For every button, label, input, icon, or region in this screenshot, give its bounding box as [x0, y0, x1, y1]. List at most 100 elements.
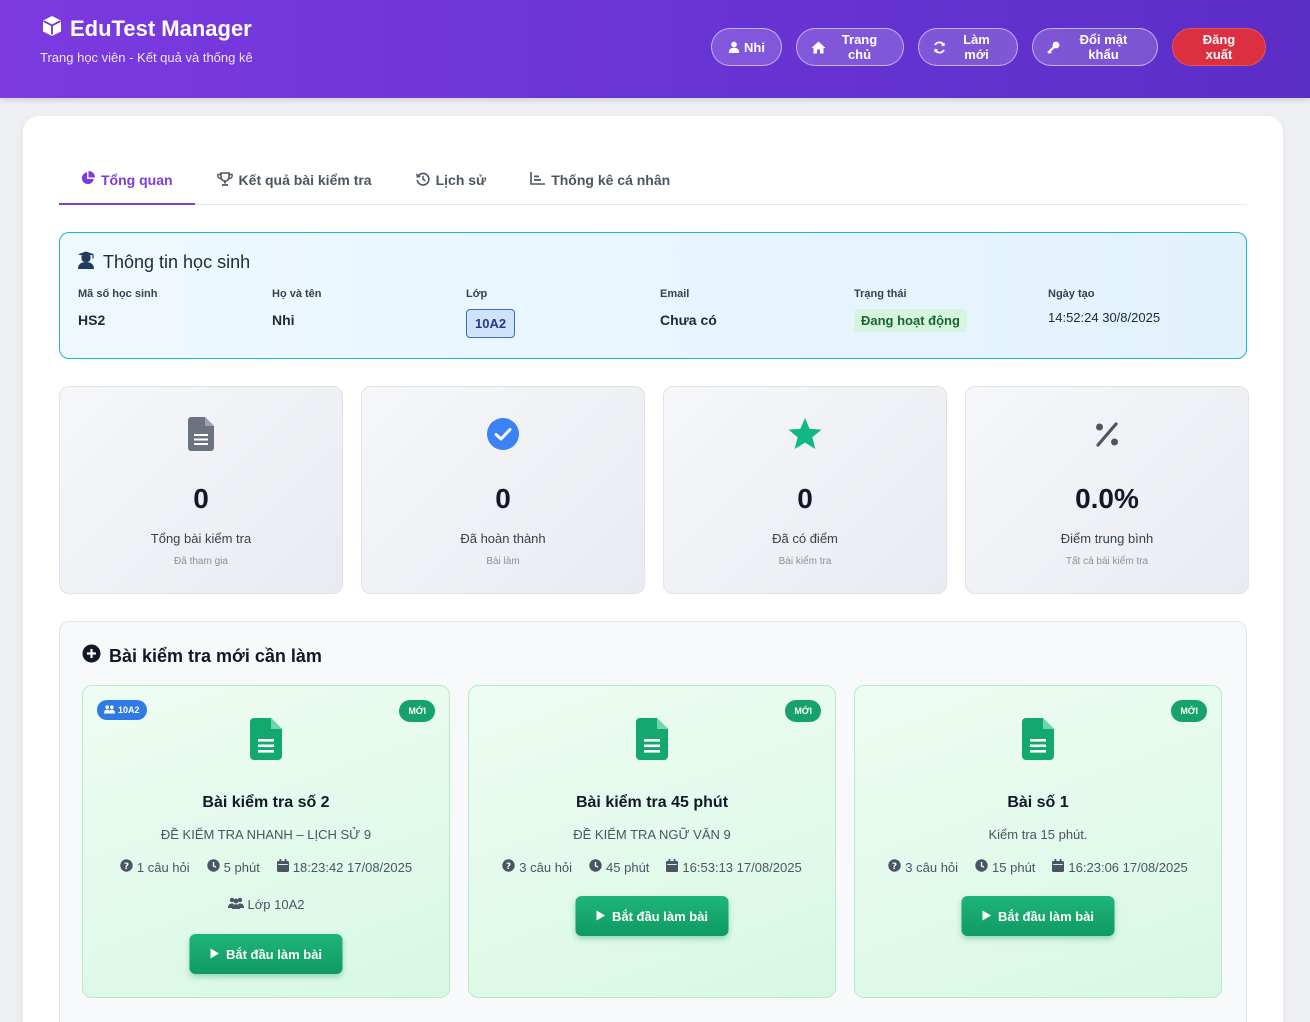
- stat-label: Đã có điểm: [772, 531, 838, 546]
- document-icon: [60, 417, 342, 451]
- user-button[interactable]: Nhi: [711, 28, 782, 66]
- test-title: Bài kiểm tra số 2: [202, 794, 330, 811]
- tab-personal-stats[interactable]: Thống kê cá nhân: [508, 156, 692, 204]
- stat-value: 0.0%: [1075, 483, 1139, 514]
- class-pill: 10A2: [97, 700, 147, 720]
- created-date-label: Ngày tạo: [1048, 288, 1095, 300]
- stat-card-total-tests: 0 Tổng bài kiểm tra Đã tham gia: [59, 386, 343, 594]
- svg-text:?: ?: [892, 862, 897, 872]
- field-email: Email Chưa có: [660, 288, 854, 338]
- field-class: Lớp 10A2: [466, 288, 660, 338]
- tab-overview-label: Tổng quan: [101, 171, 173, 188]
- email-label: Email: [660, 288, 690, 300]
- test-card: 10A2 MỚI Bài kiểm tra số 2 ĐỀ KIỂM TRA N…: [82, 685, 450, 998]
- change-password-button[interactable]: Đổi mật khẩu: [1032, 28, 1158, 66]
- clock-icon: [206, 859, 220, 875]
- test-description: ĐỀ KIỂM TRA NGỮ VĂN 9: [573, 827, 731, 842]
- file-icon: [855, 718, 1221, 760]
- tab-bar: Tổng quan Kết quả bài kiểm tra Lịch sử T…: [59, 156, 1247, 205]
- play-icon: [596, 909, 606, 924]
- calendar-icon: [276, 859, 289, 875]
- duration-label: 15 phút: [992, 859, 1036, 875]
- question-count: ? 1 câu hỏi: [120, 859, 190, 875]
- duration-label: 45 phút: [606, 859, 650, 875]
- test-meta: ? 1 câu hỏi 5 phút 18:23:42 17/08/2025: [83, 859, 449, 875]
- duration: 5 phút: [206, 859, 260, 875]
- test-title: Bài số 1: [1007, 794, 1069, 811]
- stat-label: Tổng bài kiểm tra: [150, 531, 252, 546]
- full-name-value: Nhi: [272, 312, 295, 328]
- trophy-icon: [216, 171, 233, 189]
- start-test-label: Bắt đầu làm bài: [611, 908, 709, 924]
- new-tests-section: Bài kiểm tra mới cần làm 10A2 MỚI Bài ki…: [59, 621, 1247, 1022]
- stats-row: 0 Tổng bài kiểm tra Đã tham gia 0 Đã hoà…: [59, 386, 1249, 594]
- users-icon: [104, 704, 115, 716]
- class-pill-label: 10A2: [118, 705, 140, 715]
- app-title-text: EduTest Manager: [70, 16, 252, 41]
- app-header: EduTest Manager Trang học viên - Kết quả…: [0, 0, 1310, 98]
- created-time-label: 16:23:06 17/08/2025: [1068, 859, 1188, 875]
- home-button-label: Trang chủ: [841, 32, 878, 62]
- tab-personal-stats-label: Thống kê cá nhân: [551, 172, 671, 188]
- graduate-icon: [77, 251, 95, 274]
- email-value: Chưa có: [660, 312, 717, 328]
- change-password-label: Đổi mật khẩu: [1079, 32, 1128, 62]
- test-title: Bài kiểm tra 45 phút: [575, 794, 729, 811]
- class-badge: 10A2: [466, 309, 516, 338]
- start-test-button[interactable]: Bắt đầu làm bài: [575, 896, 729, 936]
- duration-label: 5 phút: [223, 859, 260, 875]
- student-fields: Mã số học sinh HS2 Họ và tên Nhi Lớp 10A…: [78, 288, 1242, 338]
- history-icon: [415, 172, 430, 189]
- start-test-button[interactable]: Bắt đầu làm bài: [189, 934, 343, 974]
- duration: 15 phút: [975, 859, 1035, 875]
- student-info-title-text: Thông tin học sinh: [103, 252, 251, 272]
- field-student-id: Mã số học sinh HS2: [78, 288, 272, 338]
- created-time: 16:23:06 17/08/2025: [1052, 859, 1188, 875]
- question-count-label: 1 câu hỏi: [136, 859, 190, 875]
- test-meta: ? 3 câu hỏi 15 phút 16:23:06 17/08/2025: [855, 859, 1221, 875]
- refresh-button[interactable]: Làm mới: [918, 28, 1018, 66]
- svg-text:?: ?: [124, 862, 129, 872]
- test-card: MỚI Bài kiểm tra 45 phút ĐỀ KIỂM TRA NGỮ…: [468, 685, 836, 998]
- svg-text:?: ?: [506, 862, 511, 872]
- pie-chart-icon: [81, 171, 95, 188]
- main-panel: Tổng quan Kết quả bài kiểm tra Lịch sử T…: [23, 116, 1283, 1022]
- new-tests-title: Bài kiểm tra mới cần làm: [82, 644, 322, 668]
- refresh-button-label: Làm mới: [963, 32, 990, 62]
- calendar-icon: [666, 859, 679, 875]
- tab-test-results-label: Kết quả bài kiểm tra: [238, 172, 372, 188]
- user-icon: [728, 41, 740, 53]
- field-status: Trạng thái Đang hoạt động: [854, 288, 1048, 338]
- duration: 45 phút: [589, 859, 649, 875]
- tab-history[interactable]: Lịch sử: [394, 156, 509, 204]
- home-button[interactable]: Trang chủ: [796, 28, 904, 66]
- stat-card-average: 0.0% Điểm trung bình Tất cả bài kiểm tra: [965, 386, 1249, 594]
- status-label: Trạng thái: [854, 288, 907, 300]
- stat-sublabel: Tất cả bài kiểm tra: [1065, 556, 1149, 567]
- question-circle-icon: ?: [888, 859, 901, 875]
- play-icon: [210, 947, 220, 962]
- created-date-value: 14:52:24 30/8/2025: [1048, 310, 1161, 325]
- percent-icon: [966, 417, 1248, 451]
- file-icon: [83, 718, 449, 760]
- bar-chart-icon: [530, 172, 546, 188]
- student-id-value: HS2: [78, 312, 106, 328]
- created-time: 18:23:42 17/08/2025: [276, 859, 413, 875]
- check-circle-icon: [362, 417, 644, 451]
- tab-test-results[interactable]: Kết quả bài kiểm tra: [195, 156, 394, 204]
- tab-history-label: Lịch sử: [435, 172, 487, 188]
- test-card: MỚI Bài số 1 Kiểm tra 15 phút. ? 3 câu h…: [854, 685, 1222, 998]
- plus-circle-icon: [82, 644, 101, 668]
- start-test-label: Bắt đầu làm bài: [997, 908, 1095, 924]
- tab-overview[interactable]: Tổng quan: [59, 156, 195, 205]
- test-card-list: 10A2 MỚI Bài kiểm tra số 2 ĐỀ KIỂM TRA N…: [82, 685, 1222, 998]
- student-id-label: Mã số học sinh: [78, 288, 158, 300]
- created-time-label: 18:23:42 17/08/2025: [292, 859, 413, 875]
- refresh-icon: [933, 41, 946, 54]
- logout-button[interactable]: Đăng xuất: [1172, 28, 1266, 66]
- start-test-button[interactable]: Bắt đầu làm bài: [961, 896, 1115, 936]
- status-badge: Đang hoạt động: [854, 309, 967, 332]
- key-icon: [1047, 41, 1060, 54]
- user-button-label: Nhi: [744, 39, 765, 55]
- start-test-label: Bắt đầu làm bài: [225, 946, 323, 962]
